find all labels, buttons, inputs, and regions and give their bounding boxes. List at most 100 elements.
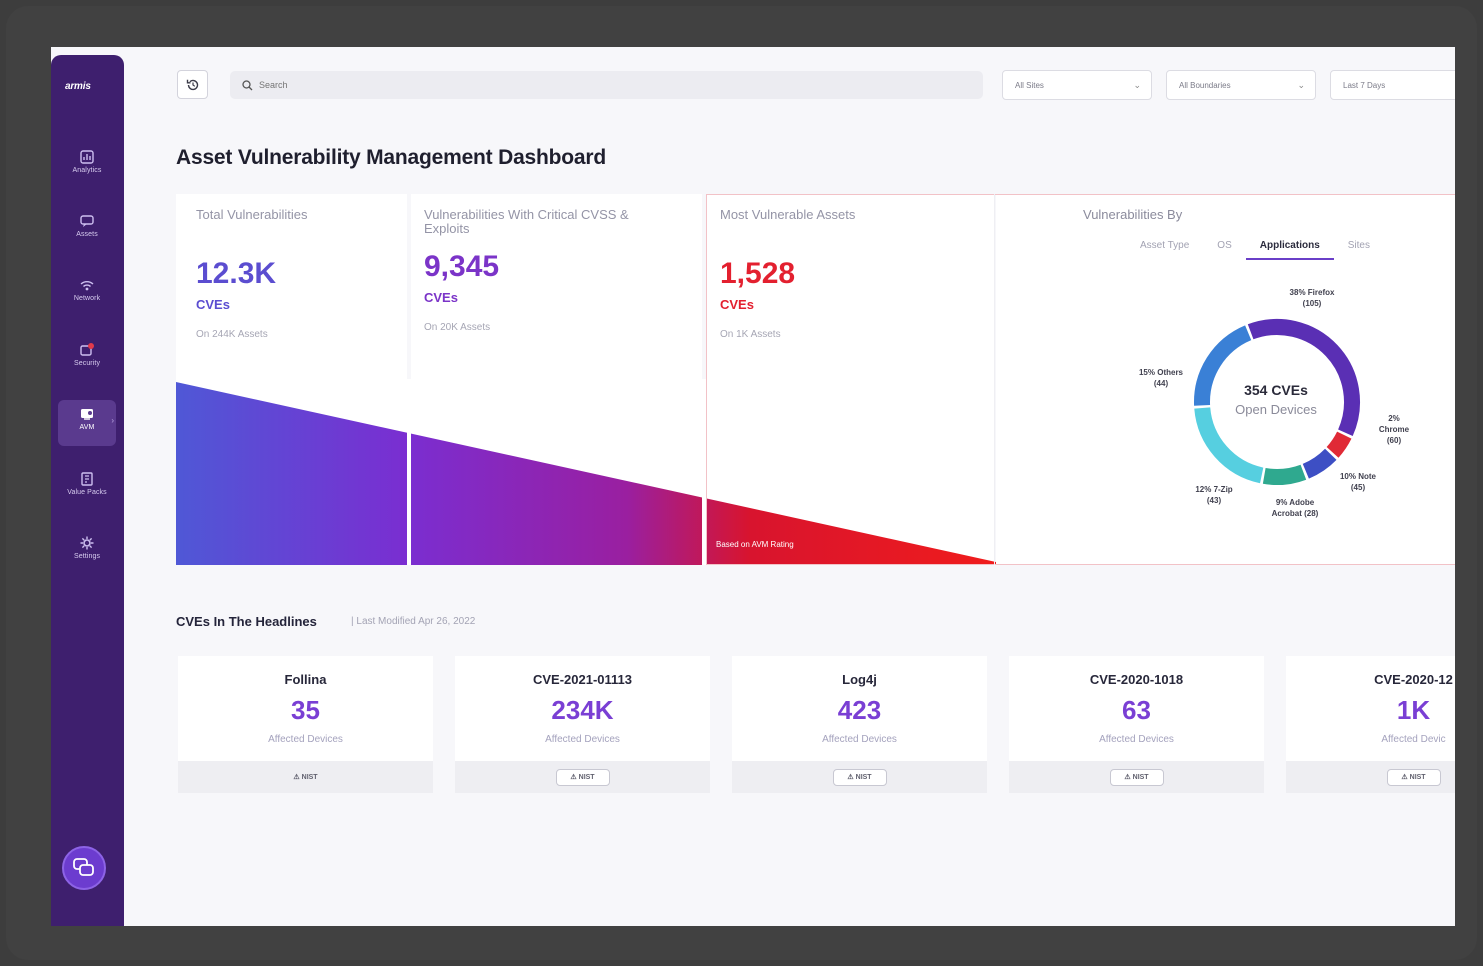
kpi-subtext: On 244K Assets — [196, 329, 268, 340]
support-chat-button[interactable] — [62, 846, 106, 890]
nist-label: NIST — [855, 774, 872, 781]
sidebar-item-value-packs[interactable]: Value Packs — [58, 465, 116, 511]
donut-label-others: 15% Others (44) — [1138, 368, 1184, 388]
brand-logo[interactable]: armis — [65, 81, 91, 92]
search-input[interactable] — [259, 80, 949, 90]
vulnerabilities-by-tabs: Asset Type OS Applications Sites — [1126, 237, 1384, 260]
vulnerabilities-by-title: Vulnerabilities By — [1083, 207, 1183, 222]
cve-name: CVE-2020-1018 — [1089, 672, 1184, 687]
kpi-label: Vulnerabilities With Critical CVSS & Exp… — [424, 207, 629, 236]
wifi-icon — [80, 281, 94, 291]
cve-card-footer: ⚠ NIST — [178, 761, 433, 793]
headlines-last-modified: | Last Modified Apr 26, 2022 — [351, 616, 476, 627]
page-title: Asset Vulnerability Management Dashboard — [176, 146, 606, 169]
cve-card-cve-2020-12[interactable]: CVE-2020-12 1K Affected Devic ⚠ NIST — [1286, 656, 1455, 793]
cve-name: CVE-2021-01113 — [532, 672, 633, 687]
cve-card-footer: ⚠ NIST — [732, 761, 987, 793]
gear-icon — [80, 536, 94, 550]
warning-icon: ⚠ — [570, 774, 579, 781]
donut-segment-3[interactable] — [1262, 464, 1307, 485]
sidebar-item-label: Value Packs — [67, 489, 107, 496]
kpi-label: Total Vulnerabilities — [196, 207, 308, 222]
sites-filter-select[interactable]: All Sites ⌄ — [1002, 70, 1152, 100]
cve-card-cve-2020-1018[interactable]: CVE-2020-1018 63 Affected Devices ⚠ NIST — [1009, 656, 1264, 793]
boundaries-filter-select[interactable]: All Boundaries ⌄ — [1166, 70, 1316, 100]
sidebar-item-network[interactable]: Network — [58, 271, 116, 317]
nist-link-button[interactable]: ⚠ NIST — [832, 769, 887, 786]
chevron-down-icon: ⌄ — [1297, 80, 1305, 90]
sidebar-item-assets[interactable]: Assets — [58, 207, 116, 253]
cve-card-log4j[interactable]: Log4j 423 Affected Devices ⚠ NIST — [732, 656, 987, 793]
shield-alert-icon — [80, 343, 94, 356]
cve-affected-count: 1K — [1396, 695, 1431, 725]
sidebar-item-avm[interactable]: AVM › — [58, 400, 116, 446]
cve-name: CVE-2020-12 — [1374, 672, 1453, 687]
tab-asset-type[interactable]: Asset Type — [1126, 237, 1203, 260]
sidebar: armis Analytics Assets Network Security … — [51, 55, 124, 926]
nist-link-button[interactable]: ⚠ NIST — [1109, 769, 1164, 786]
nist-link-button[interactable]: ⚠ NIST — [279, 769, 333, 786]
cve-affected-count: 423 — [837, 695, 882, 725]
nist-label: NIST — [1409, 774, 1426, 781]
search-icon — [242, 79, 253, 90]
cve-affected-label: Affected Devices — [1099, 734, 1174, 745]
chart-icon — [80, 150, 94, 164]
donut-center-title: 354 CVEs — [1244, 382, 1308, 398]
chat-bubbles-icon — [73, 858, 94, 876]
sidebar-item-label: AVM — [79, 424, 95, 431]
app-screen: armis Analytics Assets Network Security … — [51, 47, 1455, 926]
refresh-button[interactable] — [177, 70, 208, 99]
chevron-right-icon: › — [111, 416, 114, 425]
donut-segment-1[interactable] — [1326, 431, 1352, 458]
kpi-subtext: On 20K Assets — [424, 322, 491, 333]
kpi-unit: CVEs — [424, 290, 458, 305]
pack-icon — [81, 472, 93, 486]
donut-segment-4[interactable] — [1194, 407, 1264, 484]
sidebar-item-settings[interactable]: Settings — [58, 529, 116, 575]
donut-center-subtitle: Open Devices — [1235, 402, 1317, 417]
chevron-down-icon: ⌄ — [1133, 80, 1141, 90]
cve-affected-count: 63 — [1122, 695, 1151, 725]
sidebar-item-label: Assets — [76, 231, 98, 238]
timeframe-filter-select[interactable]: Last 7 Days — [1330, 70, 1455, 100]
warning-icon: ⚠ — [293, 774, 302, 781]
warning-icon: ⚠ — [1124, 774, 1133, 781]
divider — [994, 194, 995, 565]
sidebar-item-security[interactable]: Security — [58, 336, 116, 382]
vulnerability-icon — [81, 409, 93, 420]
donut-label-firefox: 38% Firefox (105) — [1289, 288, 1335, 308]
warning-icon: ⚠ — [847, 774, 856, 781]
donut-label-7zip: 12% 7-Zip (43) — [1195, 485, 1233, 505]
cve-card-footer: ⚠ NIST — [1009, 761, 1264, 793]
cve-affected-count: 35 — [291, 695, 320, 725]
cve-affected-label: Affected Devices — [268, 734, 343, 745]
nist-link-button[interactable]: ⚠ NIST — [555, 769, 610, 786]
cve-name: Log4j — [842, 672, 877, 687]
headlines-section-title: CVEs In The Headlines — [176, 614, 317, 629]
cve-card-footer: ⚠ NIST — [1286, 761, 1455, 793]
select-value: All Sites — [1015, 81, 1044, 90]
donut-segment-2[interactable] — [1302, 448, 1337, 479]
select-value: All Boundaries — [1179, 81, 1231, 90]
cve-name: Follina — [284, 672, 327, 687]
sidebar-item-label: Settings — [73, 553, 101, 560]
cve-affected-count: 234K — [551, 695, 614, 725]
donut-label-chrome: 2% Chrome (60) — [1378, 414, 1410, 445]
tab-sites[interactable]: Sites — [1334, 237, 1384, 260]
history-icon — [186, 79, 198, 90]
cve-affected-label: Affected Devices — [822, 734, 897, 745]
cve-affected-label: Affected Devic — [1381, 734, 1446, 745]
kpi-value: 12.3K — [196, 257, 277, 290]
chat-icon — [80, 215, 94, 227]
cve-card-footer: ⚠ NIST — [455, 761, 710, 793]
nist-link-button[interactable]: ⚠ NIST — [1386, 769, 1441, 786]
warning-icon: ⚠ — [1401, 774, 1410, 781]
cve-affected-label: Affected Devices — [545, 734, 620, 745]
tab-os[interactable]: OS — [1203, 237, 1245, 260]
cve-card-cve-2021-01113[interactable]: CVE-2021-01113 234K Affected Devices ⚠ N… — [455, 656, 710, 793]
sidebar-item-analytics[interactable]: Analytics — [58, 143, 116, 189]
tab-applications[interactable]: Applications — [1245, 237, 1334, 260]
search-bar[interactable] — [230, 71, 983, 99]
nist-label: NIST — [301, 774, 318, 781]
cve-card-follina[interactable]: Follina 35 Affected Devices ⚠ NIST — [178, 656, 433, 793]
